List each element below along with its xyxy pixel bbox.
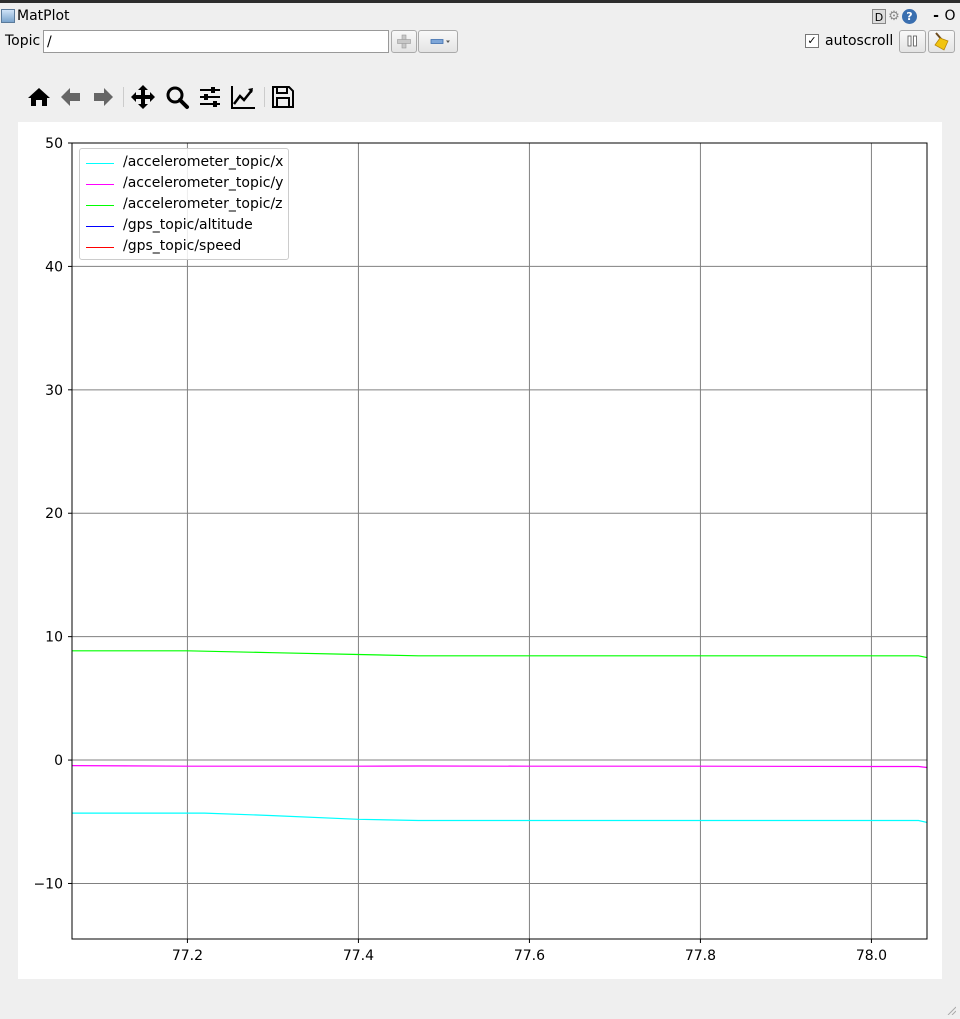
legend-item: /accelerometer_topic/y (80, 174, 288, 194)
minimize-button[interactable]: - (932, 9, 940, 24)
x-tick-label: 77.4 (343, 948, 374, 964)
topic-input[interactable] (43, 30, 389, 53)
topic-bar: Topic ✓ autoscroll (0, 29, 960, 55)
legend-swatch (86, 205, 114, 206)
topic-label: Topic (5, 33, 41, 49)
minus-dropdown-icon (430, 39, 450, 44)
edit-axis-icon[interactable] (229, 83, 257, 111)
pause-icon (907, 35, 917, 47)
legend-label: /accelerometer_topic/x (123, 154, 284, 170)
legend-label: /gps_topic/speed (123, 238, 242, 254)
y-tick-label: 0 (54, 753, 63, 769)
title-bar: MatPlot D ⚙ ? - O (0, 6, 960, 28)
legend-item: /accelerometer_topic/z (80, 195, 288, 215)
x-tick-label: 77.2 (172, 948, 203, 964)
legend-swatch (86, 163, 114, 164)
autoscroll-label: autoscroll (825, 33, 894, 49)
y-tick-label: 40 (45, 259, 63, 275)
plot-canvas[interactable]: 77.2 77.4 77.6 77.8 78.0 −10 0 10 20 30 40 50 /acce… (18, 122, 942, 979)
series-line (72, 812, 928, 823)
legend-label: /accelerometer_topic/z (123, 196, 283, 212)
pan-icon[interactable] (129, 83, 157, 111)
forward-icon[interactable] (89, 83, 117, 111)
app-icon (1, 9, 15, 23)
add-topic-button[interactable] (391, 30, 417, 53)
legend-item: /gps_topic/speed (80, 237, 288, 257)
home-icon[interactable] (25, 83, 53, 111)
autoscroll-checkbox[interactable]: ✓ (805, 34, 819, 48)
y-tick-label: 10 (45, 630, 63, 646)
x-tick-label: 78.0 (856, 948, 887, 964)
gear-icon[interactable]: ⚙ (887, 9, 901, 24)
series-line (71, 765, 928, 769)
resize-grip-icon[interactable] (946, 1005, 956, 1015)
broom-icon (934, 32, 949, 51)
legend-label: /gps_topic/altitude (123, 217, 253, 233)
window-title: MatPlot (17, 8, 70, 24)
chart-legend: /accelerometer_topic/x /accelerometer_to… (79, 148, 289, 260)
window-top-border (0, 0, 960, 3)
configure-subplots-icon[interactable] (196, 83, 224, 111)
y-tick-label: −10 (33, 876, 63, 892)
legend-item: /accelerometer_topic/x (80, 153, 288, 173)
plus-icon (397, 34, 411, 49)
help-icon[interactable]: ? (902, 9, 917, 24)
y-tick-label: 50 (45, 136, 63, 152)
axes-frame (71, 142, 928, 940)
x-tick-label: 77.6 (514, 948, 545, 964)
back-icon[interactable] (57, 83, 85, 111)
legend-label: /accelerometer_topic/y (123, 175, 284, 191)
d-button[interactable]: D (872, 9, 886, 24)
legend-swatch (86, 184, 114, 185)
save-icon[interactable] (269, 83, 297, 111)
pause-button[interactable] (899, 30, 926, 53)
zoom-icon[interactable] (163, 83, 191, 111)
series-line (72, 650, 928, 659)
close-button[interactable]: O (944, 9, 956, 24)
toolbar-separator (123, 87, 124, 107)
clear-button[interactable] (928, 30, 955, 53)
legend-item: /gps_topic/altitude (80, 216, 288, 236)
x-tick-label: 77.8 (685, 948, 716, 964)
legend-swatch (86, 247, 114, 248)
remove-topic-button[interactable] (418, 30, 458, 53)
y-tick-label: 30 (45, 383, 63, 399)
toolbar-separator (264, 87, 265, 107)
y-tick-label: 20 (45, 506, 63, 522)
legend-swatch (86, 226, 114, 227)
